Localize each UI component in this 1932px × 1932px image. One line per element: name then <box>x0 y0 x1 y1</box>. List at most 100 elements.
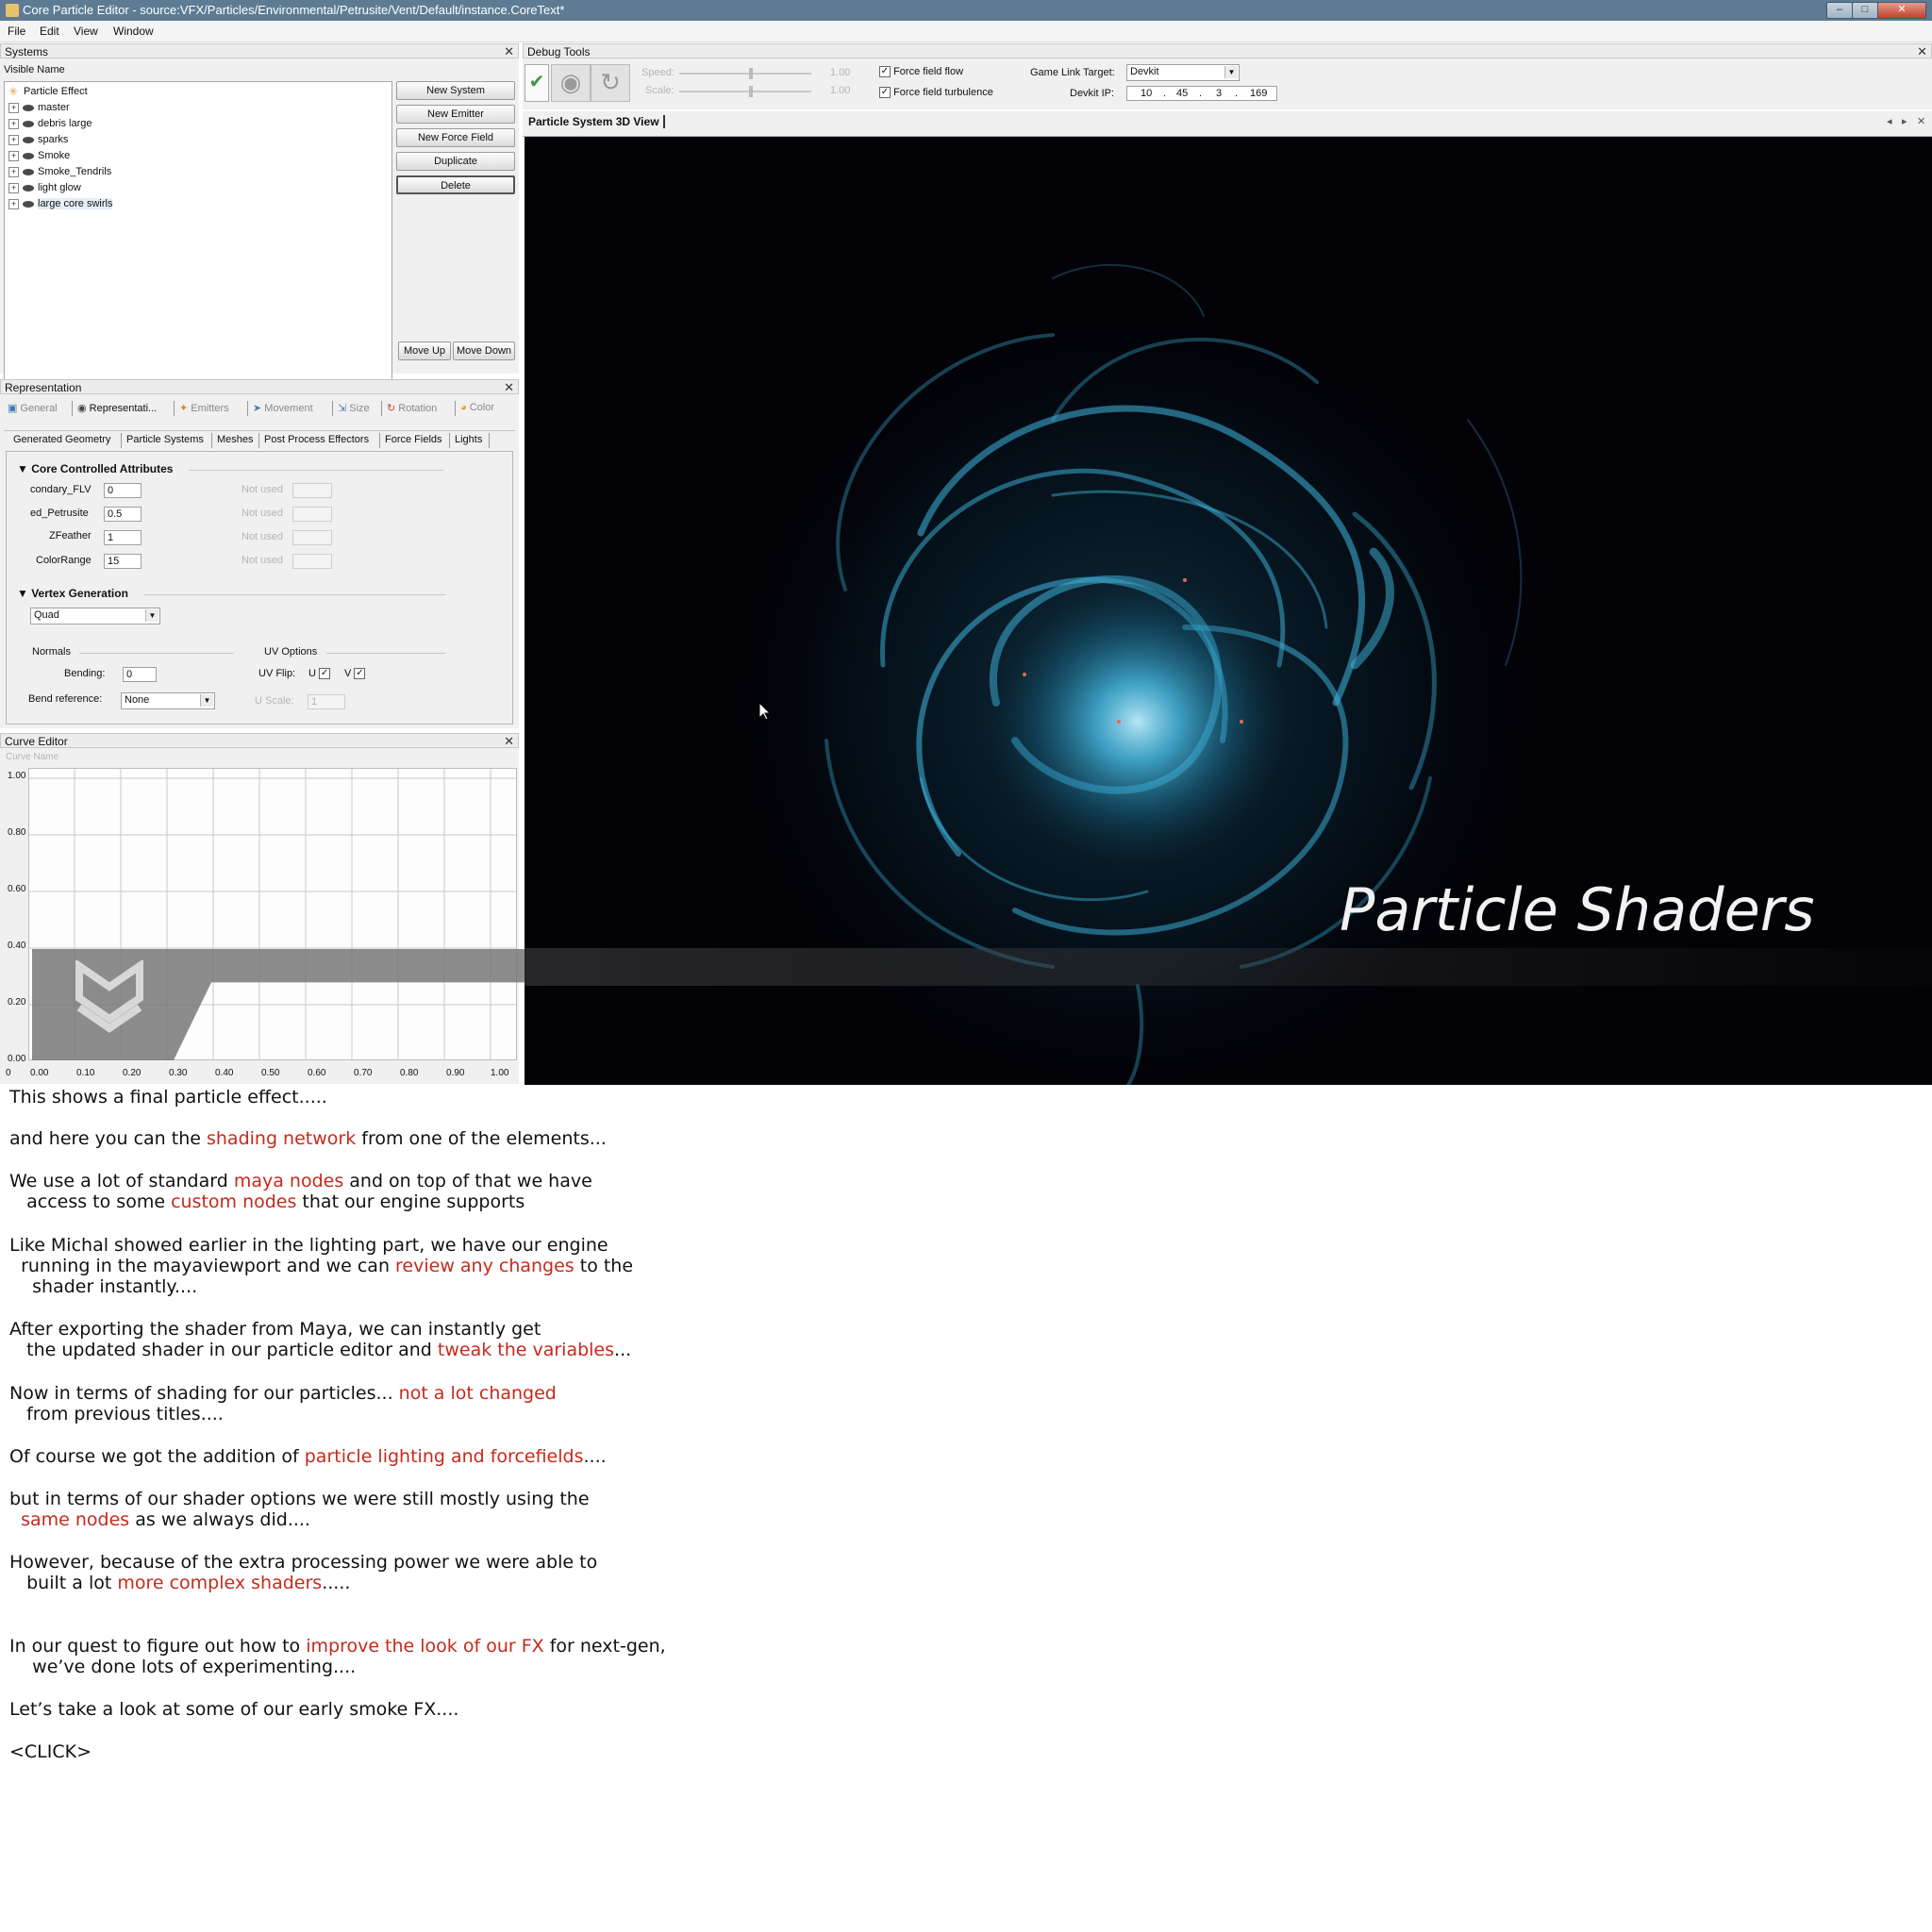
chevron-down-icon: ▼ <box>145 609 158 622</box>
expand-icon[interactable]: + <box>8 118 19 129</box>
force-field-flow-checkbox[interactable]: ✓ Force field flow <box>879 66 963 78</box>
scale-slider-thumb[interactable] <box>749 86 753 97</box>
game-link-select[interactable]: Devkit ▼ <box>1126 64 1240 81</box>
new-force-field-button[interactable]: New Force Field <box>396 128 515 147</box>
debug-tools-close-icon[interactable]: ✕ <box>1917 44 1927 58</box>
attr-unused-1: Not used <box>242 484 284 495</box>
delete-button[interactable]: Delete <box>396 175 515 194</box>
ip-octet: 169 <box>1250 88 1268 99</box>
eye-icon[interactable] <box>23 104 34 111</box>
attr-value-1[interactable]: 0 <box>104 483 142 498</box>
attr-label-3: ZFeather <box>49 530 92 541</box>
eye-icon[interactable] <box>23 136 34 143</box>
uv-options-label: UV Options <box>264 646 318 658</box>
duplicate-button[interactable]: Duplicate <box>396 152 515 171</box>
eye-icon[interactable] <box>23 200 34 208</box>
representation-panel-title: Representation <box>5 381 82 394</box>
move-up-button[interactable]: Move Up <box>398 341 451 360</box>
tab-next-icon[interactable]: ▸ <box>1902 115 1907 127</box>
tab-rotation[interactable]: ↻ Rotation <box>387 402 437 414</box>
menu-view[interactable]: View <box>74 25 98 38</box>
particle-3d-viewport[interactable]: Particle Shaders <box>525 137 1932 1085</box>
debug-tools-panel: Debug Tools ✕ ✔ ◉ ↻ Speed: 1.00 Scale: 1… <box>523 43 1932 109</box>
expand-icon[interactable]: + <box>8 150 19 161</box>
vertex-generation-header[interactable]: ▼ Vertex Generation <box>17 587 128 600</box>
attr-value-3[interactable]: 1 <box>104 530 142 545</box>
menu-file[interactable]: File <box>8 25 25 38</box>
move-down-button[interactable]: Move Down <box>453 341 515 360</box>
bend-reference-select[interactable]: None ▼ <box>121 692 215 709</box>
tree-root[interactable]: ✳ Particle Effect <box>8 84 88 99</box>
close-window-button[interactable]: ✕ <box>1877 2 1926 19</box>
menu-window[interactable]: Window <box>113 25 154 38</box>
scale-slider[interactable] <box>679 91 811 92</box>
representation-close-icon[interactable]: ✕ <box>504 380 514 394</box>
tree-item[interactable]: + sparks <box>8 132 68 147</box>
attr-value-4[interactable]: 15 <box>104 554 142 569</box>
subtab-meshes[interactable]: Meshes <box>217 434 254 445</box>
curve-name-header: Curve Name <box>6 752 59 762</box>
eye-icon[interactable] <box>23 152 34 159</box>
subtab-force-fields[interactable]: Force Fields <box>385 434 442 445</box>
force-field-turbulence-checkbox[interactable]: ✓ Force field turbulence <box>879 87 993 99</box>
tab-representation[interactable]: ◉ Representati... <box>77 402 157 414</box>
note-line: same nodes as we always did.... <box>21 1509 310 1530</box>
tab-prev-icon[interactable]: ◂ <box>1887 115 1892 127</box>
subtab-post-process-effectors[interactable]: Post Process Effectors <box>264 434 369 445</box>
eye-icon[interactable] <box>23 120 34 127</box>
tab-color[interactable]: ◕ Color <box>460 402 494 413</box>
subtab-generated-geometry[interactable]: Generated Geometry <box>13 434 110 445</box>
expand-icon[interactable]: + <box>8 166 19 177</box>
tree-item[interactable]: + Smoke_Tendrils <box>8 164 111 179</box>
scale-value: 1.00 <box>830 85 851 96</box>
uv-flip-v[interactable]: V ✓ <box>344 668 366 680</box>
maximize-button[interactable]: □ <box>1852 2 1878 19</box>
bending-field[interactable]: 0 <box>123 667 157 682</box>
visibility-icon[interactable]: ◉ <box>551 64 591 102</box>
eye-icon[interactable] <box>23 168 34 175</box>
new-emitter-button[interactable]: New Emitter <box>396 105 515 124</box>
tree-item[interactable]: + debris large <box>8 116 92 131</box>
tree-root-label: Particle Effect <box>24 86 88 97</box>
y-tick: 0.40 <box>8 941 26 951</box>
systems-close-icon[interactable]: ✕ <box>504 44 514 58</box>
tab-size[interactable]: ⇲ Size <box>338 402 370 414</box>
uv-flip-label: UV Flip: <box>258 668 296 679</box>
tab-emitters[interactable]: ✦ Emitters <box>179 402 229 414</box>
subtab-lights[interactable]: Lights <box>455 434 482 445</box>
expand-icon[interactable]: + <box>8 102 19 113</box>
eye-icon[interactable] <box>23 184 34 192</box>
tab-general[interactable]: ▣ General <box>8 402 58 414</box>
systems-tree[interactable]: ✳ Particle Effect + master + debris large + sp… <box>4 81 392 404</box>
expand-icon[interactable]: + <box>8 198 19 209</box>
minimize-button[interactable]: – <box>1826 2 1853 19</box>
checkmark-icon[interactable]: ✔ <box>525 64 549 102</box>
expand-icon[interactable]: + <box>8 182 19 193</box>
subtab-particle-systems[interactable]: Particle Systems <box>126 434 204 445</box>
menu-edit[interactable]: Edit <box>40 25 59 38</box>
tab-3d-view[interactable]: Particle System 3D View <box>528 115 665 128</box>
curve-editor-close-icon[interactable]: ✕ <box>504 734 514 748</box>
color-wheel-icon: ◕ <box>460 402 470 413</box>
ip-octet: 3 <box>1216 88 1223 99</box>
new-system-button[interactable]: New System <box>396 81 515 100</box>
core-attributes-header[interactable]: ▼ Core Controlled Attributes <box>17 462 173 475</box>
uv-flip-u[interactable]: U ✓ <box>308 668 331 680</box>
tree-item[interactable]: + master <box>8 100 70 115</box>
attr-value-2[interactable]: 0.5 <box>104 507 142 522</box>
attr-unused-field-2 <box>292 507 332 522</box>
speed-slider-thumb[interactable] <box>749 68 753 79</box>
tab-movement[interactable]: ➤ Movement <box>253 402 313 414</box>
refresh-icon[interactable]: ↻ <box>591 64 630 102</box>
vertex-type-select[interactable]: Quad ▼ <box>30 608 160 625</box>
tree-item[interactable]: + Smoke <box>8 148 70 163</box>
tab-close-icon[interactable]: ✕ <box>1917 115 1925 127</box>
overlay-bar <box>525 948 1932 986</box>
overlay-title: Particle Shaders <box>1340 875 1815 944</box>
devkit-ip-field[interactable]: 10 . 45 . 3 . 169 <box>1126 86 1277 101</box>
expand-icon[interactable]: + <box>8 134 19 145</box>
bend-reference-label: Bend reference: <box>28 693 103 705</box>
tree-item[interactable]: + large core swirls <box>8 196 113 211</box>
tree-item[interactable]: + light glow <box>8 180 81 195</box>
speed-slider[interactable] <box>679 73 811 75</box>
